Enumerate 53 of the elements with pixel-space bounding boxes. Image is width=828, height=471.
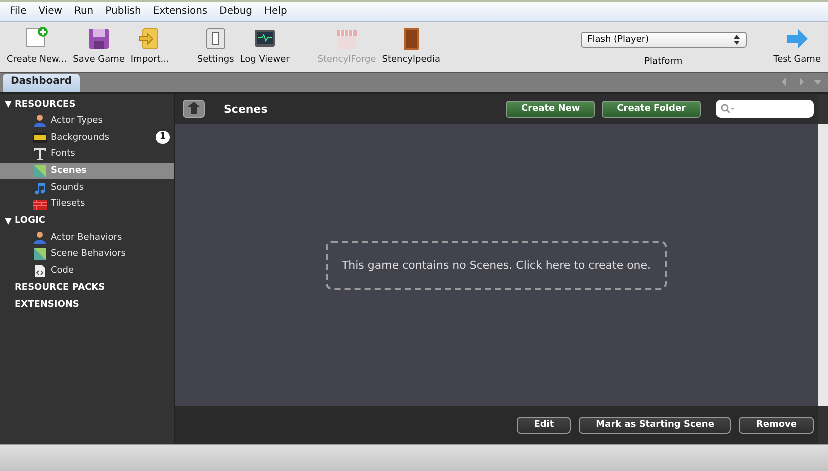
arrow-right-icon [784, 26, 810, 52]
count-badge: 1 [156, 131, 170, 144]
sidebar-item[interactable]: Code [0, 262, 174, 280]
menu-item[interactable]: Debug [214, 6, 259, 17]
section-header[interactable]: EXTENSIONS [0, 296, 174, 314]
header-button[interactable]: Create New [506, 100, 596, 118]
sidebar-item[interactable]: Sounds [0, 179, 174, 196]
menu-item[interactable]: File [4, 6, 33, 17]
menu-item[interactable]: Help [258, 6, 294, 17]
toolbar-button[interactable]: Stencylpedia [379, 26, 444, 65]
music-note-icon [33, 180, 47, 195]
person-icon [33, 114, 47, 128]
footer-button[interactable]: Remove [739, 416, 814, 434]
toolbar-button[interactable]: Log Viewer [237, 26, 293, 65]
menu-item[interactable]: Publish [100, 6, 148, 17]
brick-icon [33, 197, 47, 212]
section-header[interactable]: RESOURCES [0, 96, 174, 113]
person-icon [33, 230, 47, 245]
landscape-icon [33, 164, 47, 178]
toolbar-button[interactable]: Save Game [70, 26, 128, 65]
sidebar-item[interactable]: Fonts [0, 146, 174, 163]
expand-icon [5, 218, 12, 225]
menu-item[interactable]: Run [68, 6, 100, 17]
search-field[interactable] [716, 100, 814, 118]
section-header[interactable]: RESOURCE PACKS [0, 279, 174, 296]
empty-message[interactable]: This game contains no Scenes. Click here to create one. [326, 240, 668, 290]
tab-navigation-icon [782, 78, 822, 86]
footer-button[interactable]: Edit [517, 416, 572, 434]
menu-item[interactable]: Extensions [147, 6, 214, 17]
spinner-icon [734, 35, 740, 45]
sidebar-item[interactable]: Actor Behaviors [0, 230, 174, 246]
test-game-button[interactable]: Test Game [770, 26, 824, 65]
landscape-icon [33, 247, 47, 262]
sidebar-item[interactable]: Tilesets [0, 196, 174, 213]
expand-icon [5, 101, 12, 108]
toolbar-button[interactable]: Create New... [4, 26, 70, 65]
sidebar-item[interactable]: Scene Behaviors [0, 246, 174, 263]
image-icon [33, 130, 47, 145]
section-header[interactable]: LOGIC [0, 212, 174, 230]
header-button[interactable]: Create Folder [602, 100, 701, 118]
sidebar-item[interactable]: Actor Types [0, 113, 174, 130]
tab[interactable]: Dashboard [3, 74, 80, 92]
document-icon [33, 264, 47, 278]
font-icon [33, 147, 47, 162]
toolbar-button[interactable]: Settings [194, 26, 238, 65]
platform-label: Platform [644, 57, 683, 67]
platform-dropdown[interactable]: Flash (Player) [580, 32, 747, 48]
menu-item[interactable]: View [32, 6, 68, 17]
toolbar-button[interactable]: Import... [128, 26, 172, 65]
search-icon [721, 104, 735, 114]
footer-button[interactable]: Mark as Starting Scene [579, 416, 732, 434]
sidebar-item[interactable]: Backgrounds 1 [0, 130, 174, 146]
panel-title: Scenes [224, 102, 268, 116]
